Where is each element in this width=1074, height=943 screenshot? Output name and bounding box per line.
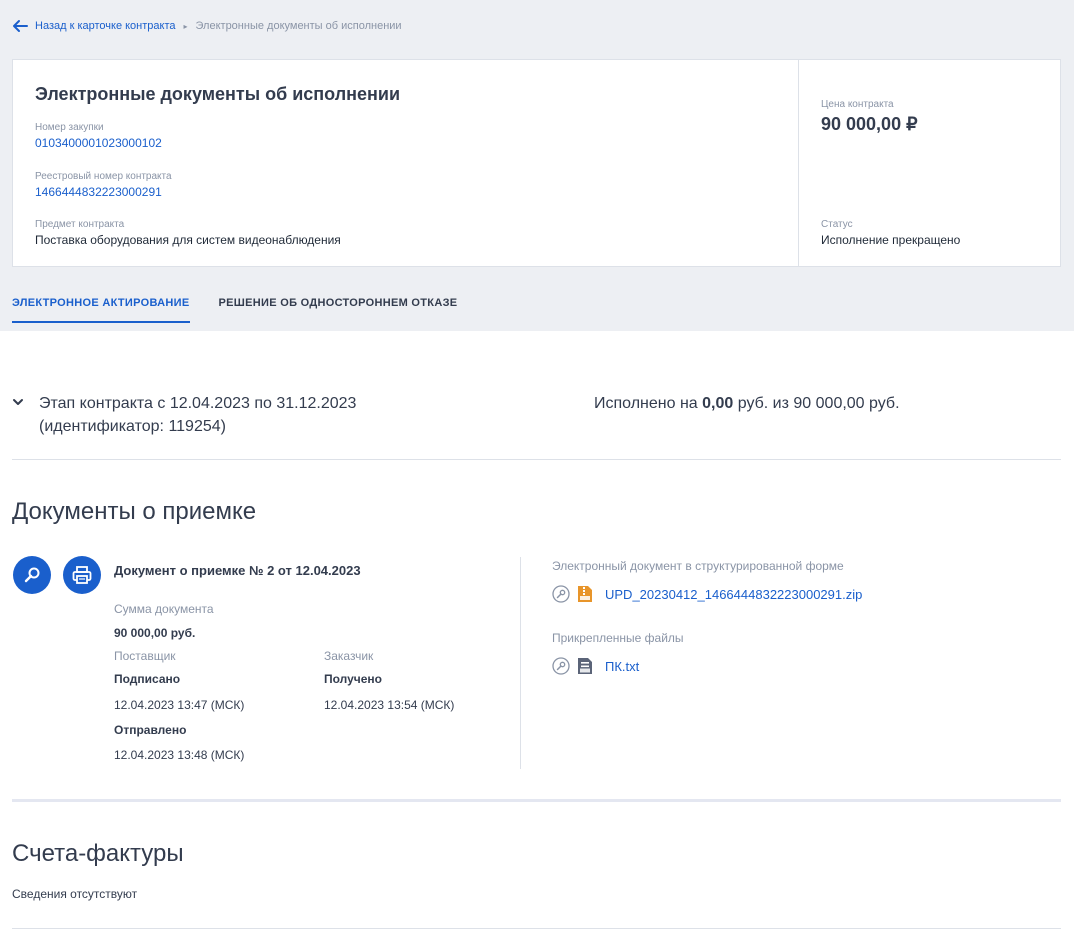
document-sum-label: Сумма документа	[114, 602, 214, 616]
document-sum: 90 000,00 руб.	[114, 626, 196, 640]
stage-done-prefix: Исполнено на	[594, 395, 703, 412]
stage-done-amount: 0,00	[702, 395, 734, 412]
stage-completion: Исполнено на 0,00 руб. из 90 000,00 руб.	[594, 392, 900, 415]
back-to-contract-link[interactable]: Назад к карточке контракта	[35, 20, 176, 32]
supplier-sent-time: 12.04.2023 13:48 (МСК)	[114, 748, 245, 762]
breadcrumb: Назад к карточке контракта ▸ Электронные…	[12, 18, 402, 34]
registry-number-field: Реестровый номер контракта 1466444832223…	[35, 171, 172, 199]
breadcrumb-separator: ▸	[183, 21, 188, 31]
supplier-signed-time: 12.04.2023 13:47 (МСК)	[114, 698, 245, 712]
attached-files-label: Прикрепленные файлы	[552, 631, 684, 645]
stage-title-line1: Этап контракта с 12.04.2023 по 31.12.202…	[39, 395, 357, 412]
print-icon	[72, 566, 92, 584]
bottom-divider	[12, 928, 1061, 929]
structured-doc-label: Электронный документ в структурированной…	[552, 559, 844, 573]
supplier-sent: Отправлено	[114, 723, 187, 737]
status-label: Статус	[821, 219, 853, 230]
structured-file-row: UPD_20230412_1466444832223000291.zip	[552, 584, 862, 604]
status-value: Исполнение прекращено	[821, 233, 961, 247]
contract-info: Электронные документы об исполнении Номе…	[13, 60, 799, 266]
stage-done-suffix: руб. из 90 000,00 руб.	[733, 395, 900, 412]
customer-received-time: 12.04.2023 13:54 (МСК)	[324, 698, 455, 712]
tabs: ЭЛЕКТРОННОЕ АКТИРОВАНИЕ РЕШЕНИЕ ОБ ОДНОС…	[12, 297, 486, 323]
purchase-number-field: Номер закупки 0103400001023000102	[35, 122, 162, 150]
subject-field: Предмет контракта Поставка оборудования …	[35, 219, 341, 247]
signature-icon[interactable]	[552, 585, 570, 603]
view-document-button[interactable]	[13, 556, 51, 594]
breadcrumb-current: Электронные документы об исполнении	[195, 20, 402, 32]
tab-electronic-acceptance[interactable]: ЭЛЕКТРОННОЕ АКТИРОВАНИЕ	[12, 297, 190, 323]
price-label: Цена контракта	[821, 99, 894, 110]
price-value: 90 000,00 ₽	[821, 114, 918, 134]
search-icon	[24, 567, 40, 583]
page-title: Электронные документы об исполнении	[35, 84, 401, 104]
subject-value: Поставка оборудования для систем видеона…	[35, 233, 341, 247]
attached-file-link[interactable]: ПК.txt	[605, 659, 639, 674]
invoices-empty-text: Сведения отсутствуют	[12, 887, 138, 901]
contract-summary: Цена контракта 90 000,00 ₽ Статус Исполн…	[799, 60, 1060, 266]
zip-file-icon	[578, 586, 592, 602]
document-title: Документ о приемке № 2 от 12.04.2023	[114, 563, 361, 578]
acceptance-heading: Документы о приемке	[12, 498, 257, 525]
structured-file-link[interactable]: UPD_20230412_1466444832223000291.zip	[605, 587, 862, 602]
text-file-icon	[578, 658, 592, 674]
print-document-button[interactable]	[63, 556, 101, 594]
tab-unilateral-refusal[interactable]: РЕШЕНИЕ ОБ ОДНОСТОРОННЕМ ОТКАЗЕ	[219, 297, 458, 323]
contract-stage: Этап контракта с 12.04.2023 по 31.12.202…	[12, 390, 1061, 460]
price-field: Цена контракта 90 000,00 ₽	[821, 99, 918, 135]
supplier-signed: Подписано	[114, 672, 181, 686]
purchase-number-label: Номер закупки	[35, 122, 104, 133]
stage-title-line2: (идентификатор: 119254)	[39, 418, 226, 435]
chevron-down-icon[interactable]	[12, 396, 24, 408]
invoices-heading: Счета-фактуры	[12, 840, 184, 867]
attached-file-row: ПК.txt	[552, 656, 639, 676]
customer-label: Заказчик	[324, 649, 374, 663]
supplier-label: Поставщик	[114, 649, 176, 663]
signature-icon[interactable]	[552, 657, 570, 675]
back-arrow-icon[interactable]	[12, 19, 28, 33]
registry-number-label: Реестровый номер контракта	[35, 171, 172, 182]
registry-number-link[interactable]: 1466444832223000291	[35, 185, 172, 199]
status-field: Статус Исполнение прекращено	[821, 219, 960, 247]
purchase-number-link[interactable]: 0103400001023000102	[35, 136, 162, 150]
section-divider	[12, 799, 1061, 802]
stage-title: Этап контракта с 12.04.2023 по 31.12.202…	[39, 392, 439, 438]
subject-label: Предмет контракта	[35, 219, 125, 230]
contract-card: Электронные документы об исполнении Номе…	[12, 59, 1061, 267]
vertical-divider	[520, 557, 521, 769]
customer-received: Получено	[324, 672, 383, 686]
